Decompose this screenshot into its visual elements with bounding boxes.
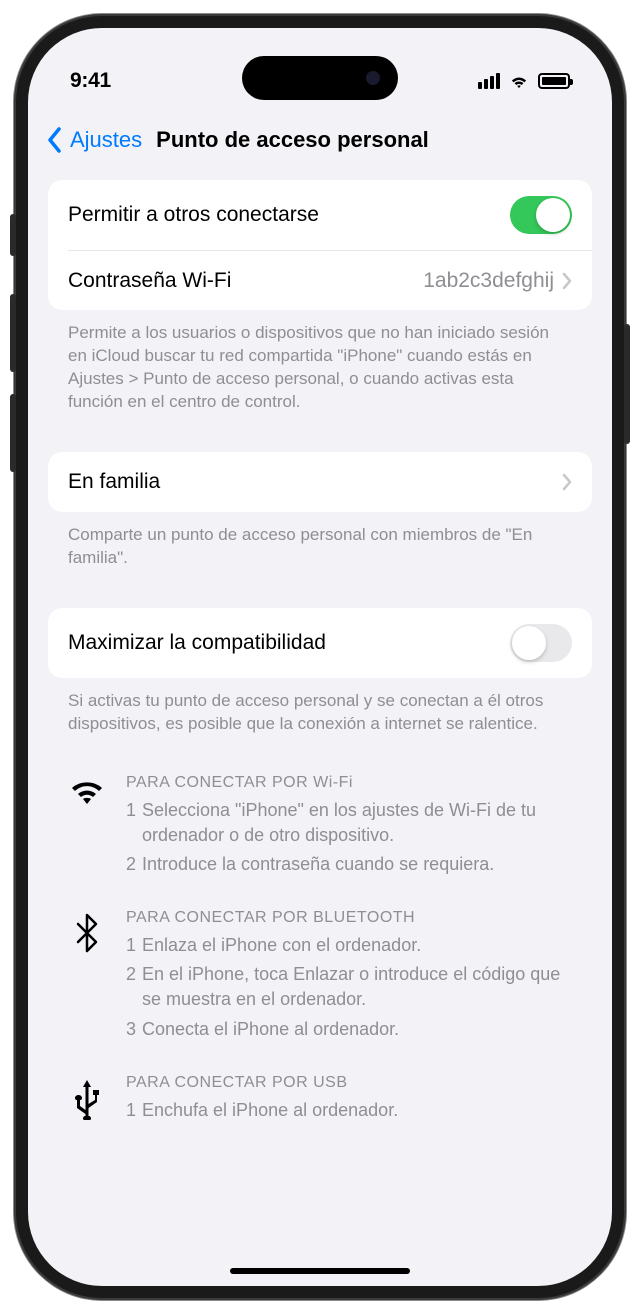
dynamic-island — [242, 56, 398, 100]
wifi-step-2: Introduce la contraseña cuando se requie… — [142, 852, 494, 877]
maximize-compat-toggle[interactable] — [510, 624, 572, 662]
usb-step-1: Enchufa el iPhone al ordenador. — [142, 1098, 398, 1123]
bt-step-2: En el iPhone, toca Enlazar o introduce e… — [142, 962, 572, 1012]
battery-icon — [538, 73, 570, 89]
wifi-password-row[interactable]: Contraseña Wi-Fi 1ab2c3defghij — [68, 250, 592, 310]
chevron-right-icon — [562, 272, 572, 290]
allow-others-row[interactable]: Permitir a otros conectarse — [48, 180, 592, 250]
family-sharing-row[interactable]: En familia — [48, 452, 592, 512]
wifi-password-value: 1ab2c3defghij — [423, 269, 554, 293]
chevron-right-icon — [562, 473, 572, 491]
bluetooth-icon — [68, 909, 106, 1046]
wifi-icon — [508, 73, 530, 89]
usb-icon — [68, 1074, 106, 1127]
allow-others-toggle[interactable] — [510, 196, 572, 234]
screen: 9:41 Ajustes Punto de acceso personal — [28, 28, 612, 1286]
back-chevron-icon[interactable] — [46, 126, 64, 154]
bt-step-3: Conecta el iPhone al ordenador. — [142, 1017, 399, 1042]
usb-instructions: PARA CONECTAR POR USB 1Enchufa el iPhone… — [48, 1074, 592, 1127]
wifi-step-1: Selecciona "iPhone" en los ajustes de Wi… — [142, 798, 572, 848]
wifi-instructions-title: PARA CONECTAR POR Wi-Fi — [126, 774, 572, 792]
home-indicator[interactable] — [230, 1268, 410, 1274]
back-button[interactable]: Ajustes — [70, 127, 142, 153]
wifi-password-label: Contraseña Wi-Fi — [68, 269, 231, 293]
iphone-frame: 9:41 Ajustes Punto de acceso personal — [14, 14, 626, 1300]
page-title: Punto de acceso personal — [156, 127, 429, 153]
family-sharing-footer: Comparte un punto de acceso personal con… — [48, 512, 592, 582]
family-sharing-label: En familia — [68, 470, 160, 494]
maximize-compat-label: Maximizar la compatibilidad — [68, 631, 326, 655]
bluetooth-instructions: PARA CONECTAR POR BLUETOOTH 1Enlaza el i… — [48, 909, 592, 1046]
nav-bar: Ajustes Punto de acceso personal — [28, 108, 612, 168]
maximize-compat-footer: Si activas tu punto de acceso personal y… — [48, 678, 592, 748]
allow-others-label: Permitir a otros conectarse — [68, 203, 319, 227]
maximize-compat-row[interactable]: Maximizar la compatibilidad — [48, 608, 592, 678]
bt-step-1: Enlaza el iPhone con el ordenador. — [142, 933, 421, 958]
wifi-icon — [68, 774, 106, 882]
bluetooth-instructions-title: PARA CONECTAR POR BLUETOOTH — [126, 909, 572, 927]
allow-others-footer: Permite a los usuarios o dispositivos qu… — [48, 310, 592, 426]
wifi-instructions: PARA CONECTAR POR Wi-Fi 1Selecciona "iPh… — [48, 774, 592, 882]
cellular-signal-icon — [478, 73, 500, 89]
usb-instructions-title: PARA CONECTAR POR USB — [126, 1074, 572, 1092]
status-time: 9:41 — [70, 69, 111, 93]
